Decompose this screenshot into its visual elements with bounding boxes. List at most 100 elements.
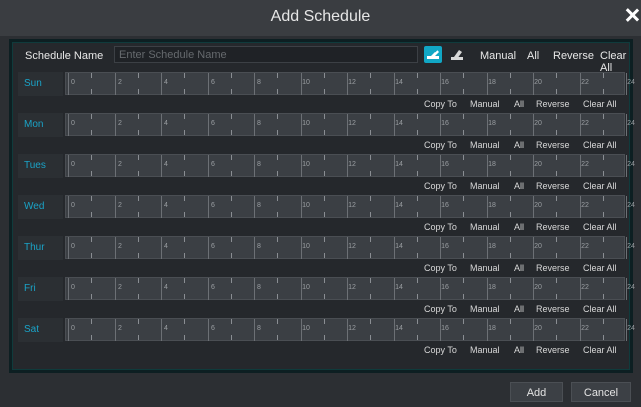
- add-button[interactable]: Add: [510, 382, 563, 402]
- day-reverse-button[interactable]: Reverse: [536, 140, 570, 150]
- timeline-hour-label: 18: [488, 284, 496, 291]
- day-reverse-button[interactable]: Reverse: [536, 304, 570, 314]
- timeline-minor-tick: [138, 319, 139, 324]
- day-manual-button[interactable]: Manual: [470, 222, 500, 232]
- timeline-minor-tick: [231, 73, 232, 78]
- pencil-brush-icon[interactable]: [424, 46, 442, 63]
- eraser-icon[interactable]: [448, 47, 466, 63]
- day-all-button[interactable]: All: [514, 181, 524, 191]
- day-all-button[interactable]: All: [514, 263, 524, 273]
- timeline-minor-tick: [370, 130, 371, 135]
- timeline-tick: [68, 319, 69, 341]
- day-clear-all-button[interactable]: Clear All: [583, 222, 617, 232]
- timeline-minor-tick: [417, 253, 418, 258]
- day-timeline[interactable]: 0 2 4 6 8 10 12 14 16 18 20 22 24: [65, 277, 635, 300]
- timeline-tick: [254, 155, 255, 177]
- close-icon[interactable]: [625, 8, 639, 22]
- copy-to-button[interactable]: Copy To: [424, 304, 457, 314]
- day-all-button[interactable]: All: [514, 304, 524, 314]
- manual-button[interactable]: Manual: [480, 50, 516, 62]
- timeline-tick: [161, 114, 162, 136]
- timeline-hour-label: 4: [164, 325, 168, 332]
- timeline-tick: [254, 278, 255, 300]
- copy-to-button[interactable]: Copy To: [424, 222, 457, 232]
- clear-all-button[interactable]: Clear All: [600, 50, 630, 74]
- day-all-button[interactable]: All: [514, 99, 524, 109]
- timeline-minor-tick: [510, 335, 511, 340]
- day-reverse-button[interactable]: Reverse: [536, 345, 570, 355]
- timeline-tick: [254, 73, 255, 95]
- cancel-button[interactable]: Cancel: [571, 382, 631, 402]
- timeline-hour-label: 0: [71, 284, 75, 291]
- timeline-hour-label: 24: [627, 120, 635, 127]
- timeline-minor-tick: [463, 335, 464, 340]
- timeline-minor-tick: [510, 196, 511, 201]
- timeline-minor-tick: [138, 114, 139, 119]
- day-reverse-button[interactable]: Reverse: [536, 99, 570, 109]
- timeline-minor-tick: [556, 89, 557, 94]
- day-manual-button[interactable]: Manual: [470, 140, 500, 150]
- timeline-hour-label: 18: [488, 202, 496, 209]
- timeline-minor-tick: [556, 253, 557, 258]
- day-manual-button[interactable]: Manual: [470, 99, 500, 109]
- reverse-button[interactable]: Reverse: [553, 50, 594, 62]
- day-clear-all-button[interactable]: Clear All: [583, 99, 617, 109]
- day-timeline[interactable]: 0 2 4 6 8 10 12 14 16 18 20 22 24: [65, 113, 635, 136]
- timeline-minor-tick: [463, 278, 464, 283]
- timeline-tick: [68, 278, 69, 300]
- timeline-minor-tick: [231, 335, 232, 340]
- timeline-hour-label: 8: [257, 243, 261, 250]
- day-manual-button[interactable]: Manual: [470, 263, 500, 273]
- timeline-minor-tick: [463, 89, 464, 94]
- day-timeline[interactable]: 0 2 4 6 8 10 12 14 16 18 20 22 24: [65, 318, 635, 341]
- day-actions: Copy To Manual All Reverse Clear All: [424, 304, 624, 316]
- day-reverse-button[interactable]: Reverse: [536, 263, 570, 273]
- day-manual-button[interactable]: Manual: [470, 345, 500, 355]
- copy-to-button[interactable]: Copy To: [424, 99, 457, 109]
- copy-to-button[interactable]: Copy To: [424, 140, 457, 150]
- timeline-minor-tick: [138, 294, 139, 299]
- timeline-minor-tick: [277, 196, 278, 201]
- timeline-hour-label: 24: [627, 202, 635, 209]
- timeline-tick: [208, 196, 209, 218]
- timeline-hour-label: 4: [164, 202, 168, 209]
- day-manual-button[interactable]: Manual: [470, 304, 500, 314]
- schedule-name-input[interactable]: [114, 46, 418, 63]
- timeline-minor-tick: [324, 130, 325, 135]
- day-timeline[interactable]: 0 2 4 6 8 10 12 14 16 18 20 22 24: [65, 236, 635, 259]
- day-manual-button[interactable]: Manual: [470, 181, 500, 191]
- timeline-minor-tick: [91, 253, 92, 258]
- timeline-hour-label: 10: [302, 202, 310, 209]
- day-reverse-button[interactable]: Reverse: [536, 181, 570, 191]
- timeline-minor-tick: [91, 114, 92, 119]
- copy-to-button[interactable]: Copy To: [424, 181, 457, 191]
- timeline-minor-tick: [231, 319, 232, 324]
- timeline-hour-label: 14: [395, 284, 403, 291]
- day-timeline[interactable]: 0 2 4 6 8 10 12 14 16 18 20 22 24: [65, 154, 635, 177]
- timeline-hour-label: 20: [534, 202, 542, 209]
- day-all-button[interactable]: All: [514, 140, 524, 150]
- timeline-hour-label: 10: [302, 120, 310, 127]
- day-actions: Copy To Manual All Reverse Clear All: [424, 345, 624, 357]
- timeline-hour-label: 2: [118, 120, 122, 127]
- day-all-button[interactable]: All: [514, 345, 524, 355]
- day-clear-all-button[interactable]: Clear All: [583, 181, 617, 191]
- day-clear-all-button[interactable]: Clear All: [583, 345, 617, 355]
- day-reverse-button[interactable]: Reverse: [536, 222, 570, 232]
- day-clear-all-button[interactable]: Clear All: [583, 140, 617, 150]
- timeline-minor-tick: [603, 294, 604, 299]
- day-clear-all-button[interactable]: Clear All: [583, 263, 617, 273]
- day-clear-all-button[interactable]: Clear All: [583, 304, 617, 314]
- timeline-minor-tick: [231, 294, 232, 299]
- copy-to-button[interactable]: Copy To: [424, 345, 457, 355]
- timeline-tick: [161, 237, 162, 259]
- day-timeline[interactable]: 0 2 4 6 8 10 12 14 16 18 20 22 24: [65, 195, 635, 218]
- day-all-button[interactable]: All: [514, 222, 524, 232]
- timeline-minor-tick: [184, 253, 185, 258]
- timeline-minor-tick: [603, 130, 604, 135]
- timeline-tick: [208, 319, 209, 341]
- timeline-minor-tick: [510, 278, 511, 283]
- day-timeline[interactable]: 0 2 4 6 8 10 12 14 16 18 20 22 24: [65, 72, 635, 95]
- all-button[interactable]: All: [527, 50, 539, 62]
- copy-to-button[interactable]: Copy To: [424, 263, 457, 273]
